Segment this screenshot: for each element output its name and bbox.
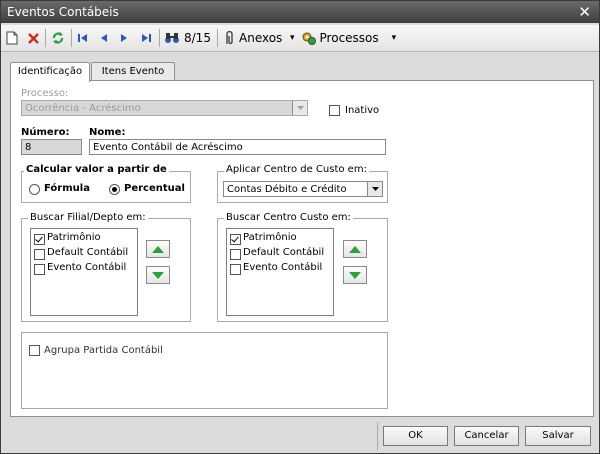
divider <box>377 422 378 450</box>
chevron-down-icon <box>292 101 307 115</box>
next-icon <box>121 34 127 42</box>
find-button[interactable] <box>164 29 180 47</box>
window: Eventos Contábeis ✕ 8/15 Anexos ▾ Proces… <box>0 0 600 454</box>
list-item: Patrimônio <box>47 232 101 243</box>
filial-checkbox-patrimonio[interactable] <box>34 234 45 245</box>
calcular-group: Calcular valor a partir de Fórmula Perce… <box>21 164 191 203</box>
list-item: Patrimônio <box>243 232 297 243</box>
centro-move-up-button[interactable] <box>343 240 367 258</box>
delete-button[interactable] <box>27 29 40 47</box>
arrow-up-icon <box>349 245 361 253</box>
first-record-icon <box>78 34 87 42</box>
numero-label: Número: <box>21 127 70 138</box>
buscar-centro-legend: Buscar Centro Custo em: <box>224 212 353 223</box>
new-record-button[interactable] <box>6 29 18 47</box>
chevron-down-icon <box>367 182 382 196</box>
next-record-button[interactable] <box>119 29 129 47</box>
last-record-button[interactable] <box>140 29 152 47</box>
filial-checkbox-evento[interactable] <box>34 264 45 275</box>
nome-label: Nome: <box>89 127 126 138</box>
calcular-legend: Calcular valor a partir de <box>24 164 169 175</box>
cancel-button[interactable]: Cancelar <box>454 426 519 446</box>
centro-checkbox-patrimonio[interactable] <box>230 234 241 245</box>
toolbar: 8/15 Anexos ▾ Processos ▾ <box>1 25 599 52</box>
list-item: Default Contábil <box>47 247 129 258</box>
aplicar-centro-legend: Aplicar Centro de Custo em: <box>224 164 369 175</box>
refresh-icon <box>52 32 64 44</box>
buscar-centro-group: Buscar Centro Custo em: Patrimônio Defau… <box>217 212 388 322</box>
identificacao-panel: Processo: Ocorrência - Acréscimo Inativo… <box>10 80 594 417</box>
binoculars-icon <box>165 33 179 43</box>
arrow-up-icon <box>152 245 164 253</box>
close-icon[interactable]: ✕ <box>578 3 591 21</box>
last-record-icon <box>142 34 151 42</box>
inativo-label: Inativo <box>345 105 380 116</box>
ok-button[interactable]: OK <box>383 426 448 446</box>
agrupa-label: Agrupa Partida Contábil <box>44 345 163 356</box>
window-title: Eventos Contábeis <box>7 5 119 19</box>
attachments-button[interactable]: Anexos <box>223 29 282 47</box>
filial-list: Patrimônio Default Contábil Evento Contá… <box>30 228 138 316</box>
filial-checkbox-default[interactable] <box>34 249 45 260</box>
inativo-checkbox[interactable] <box>329 105 340 116</box>
refresh-button[interactable] <box>51 29 65 47</box>
formula-label: Fórmula <box>44 183 90 194</box>
numero-field[interactable]: 8 <box>21 139 82 155</box>
arrow-down-icon <box>152 271 164 279</box>
chevron-down-icon: ▾ <box>290 33 295 43</box>
record-position: 8/15 <box>184 31 211 45</box>
paperclip-icon <box>226 30 233 44</box>
save-button[interactable]: Salvar <box>525 426 591 446</box>
first-record-button[interactable] <box>77 29 89 47</box>
attachments-label: Anexos <box>239 31 283 45</box>
centro-move-down-button[interactable] <box>343 266 367 284</box>
list-item: Evento Contábil <box>47 262 127 273</box>
buscar-filial-legend: Buscar Filial/Depto em: <box>28 212 148 223</box>
processo-label: Processo: <box>21 88 69 99</box>
nome-field[interactable]: Evento Contábil de Acréscimo <box>89 139 386 155</box>
previous-icon <box>101 34 107 42</box>
centro-list: Patrimônio Default Contábil Evento Contá… <box>226 228 334 316</box>
processes-label: Processos <box>319 31 379 45</box>
centro-custo-select[interactable]: Contas Débito e Crédito <box>223 181 383 197</box>
agrupa-group: Agrupa Partida Contábil <box>21 332 388 409</box>
agrupa-checkbox[interactable] <box>29 345 40 356</box>
filial-move-down-button[interactable] <box>146 266 170 284</box>
gears-icon <box>302 32 316 45</box>
filial-move-up-button[interactable] <box>146 240 170 258</box>
tab-itens-evento[interactable]: Itens Evento <box>91 62 175 81</box>
new-document-icon <box>6 31 18 45</box>
centro-custo-value: Contas Débito e Crédito <box>227 184 347 195</box>
buscar-filial-group: Buscar Filial/Depto em: Patrimônio Defau… <box>21 212 191 322</box>
processo-value: Ocorrência - Acréscimo <box>25 103 141 114</box>
arrow-down-icon <box>349 271 361 279</box>
title-bar: Eventos Contábeis ✕ <box>1 1 599 23</box>
list-item: Default Contábil <box>243 247 325 258</box>
percentual-radio[interactable] <box>109 184 120 195</box>
centro-checkbox-default[interactable] <box>230 249 241 260</box>
chevron-down-icon: ▾ <box>391 33 397 43</box>
previous-record-button[interactable] <box>99 29 109 47</box>
percentual-label: Percentual <box>124 183 185 194</box>
tab-identificacao[interactable]: Identificação <box>10 62 90 82</box>
aplicar-centro-group: Aplicar Centro de Custo em: Contas Débit… <box>217 164 388 203</box>
list-item: Evento Contábil <box>243 262 323 273</box>
processo-select: Ocorrência - Acréscimo <box>21 100 308 116</box>
delete-icon <box>28 32 39 44</box>
formula-radio[interactable] <box>29 184 40 195</box>
centro-checkbox-evento[interactable] <box>230 264 241 275</box>
processes-menu-button[interactable]: ▾ Processos ▾ <box>290 29 396 47</box>
